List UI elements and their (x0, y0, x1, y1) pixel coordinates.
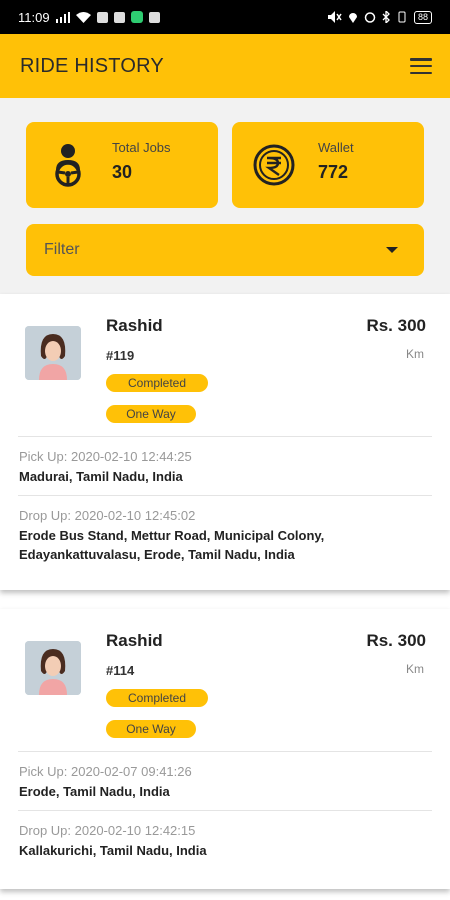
status-badge: Completed (106, 374, 208, 392)
caret-down-icon (386, 247, 398, 253)
divider (18, 436, 432, 437)
total-jobs-value: 30 (112, 162, 133, 182)
wallet-value: 772 (318, 162, 349, 182)
distance-unit: Km (406, 347, 424, 361)
status-time: 11:09 (18, 9, 50, 25)
ride-price: Rs. 300 (366, 316, 426, 335)
driver-icon (55, 144, 81, 187)
filter-dropdown[interactable]: Filter (26, 224, 424, 276)
whatsapp-icon (130, 11, 143, 23)
status-bar-left: 11:09 (18, 10, 160, 25)
status-bar: 11:09 88 (0, 0, 450, 34)
ride-id: #114 (106, 663, 135, 678)
ride-card[interactable]: Rashid #114 Rs. 300 Km Completed One Way… (0, 609, 450, 889)
page-title: RIDE HISTORY (20, 54, 164, 77)
pickup-time: Pick Up: 2020-02-07 09:41:26 (19, 764, 192, 779)
summary-section: Total Jobs 30 Wallet 772 Filter (0, 98, 450, 294)
total-jobs-label: Total Jobs (112, 140, 171, 155)
status-bar-right: 88 (327, 10, 432, 24)
pickup-address: Madurai, Tamil Nadu, India (19, 469, 183, 484)
drop-address: Kallakurichi, Tamil Nadu, India (19, 843, 207, 858)
notification-icon (96, 11, 108, 23)
drop-time: Drop Up: 2020-02-10 12:45:02 (19, 508, 196, 523)
avatar (25, 326, 81, 380)
notification-icon (148, 11, 160, 23)
ride-card[interactable]: Rashid #119 Rs. 300 Km Completed One Way… (0, 294, 450, 590)
divider (18, 495, 432, 496)
wallet-label: Wallet (318, 140, 354, 155)
drop-time: Drop Up: 2020-02-10 12:42:15 (19, 823, 196, 838)
total-jobs-card: Total Jobs 30 (26, 122, 218, 208)
signal-icon (55, 11, 70, 23)
divider (18, 751, 432, 752)
rupee-icon (253, 144, 295, 186)
rider-name: Rashid (106, 631, 163, 650)
vibrate-icon (398, 11, 406, 23)
trip-type-badge: One Way (106, 720, 196, 738)
divider (18, 810, 432, 811)
drop-address: Erode Bus Stand, Mettur Road, Municipal … (19, 528, 325, 562)
bluetooth-icon (382, 11, 390, 23)
ride-id: #119 (106, 348, 135, 363)
menu-icon[interactable] (410, 58, 432, 74)
mute-icon (327, 11, 342, 23)
avatar (25, 641, 81, 695)
location-icon (348, 13, 357, 23)
battery-icon: 88 (413, 10, 432, 24)
pickup-time: Pick Up: 2020-02-10 12:44:25 (19, 449, 192, 464)
status-badge: Completed (106, 689, 208, 707)
app-bar: RIDE HISTORY (0, 34, 450, 98)
wifi-icon (75, 11, 91, 23)
pickup-address: Erode, Tamil Nadu, India (19, 784, 170, 799)
filter-label: Filter (44, 241, 80, 258)
notification-icon (113, 11, 125, 23)
distance-unit: Km (406, 662, 424, 676)
ride-price: Rs. 300 (366, 631, 426, 650)
trip-type-badge: One Way (106, 405, 196, 423)
alarm-icon (364, 12, 376, 23)
wallet-card: Wallet 772 (232, 122, 424, 208)
rider-name: Rashid (106, 316, 163, 335)
